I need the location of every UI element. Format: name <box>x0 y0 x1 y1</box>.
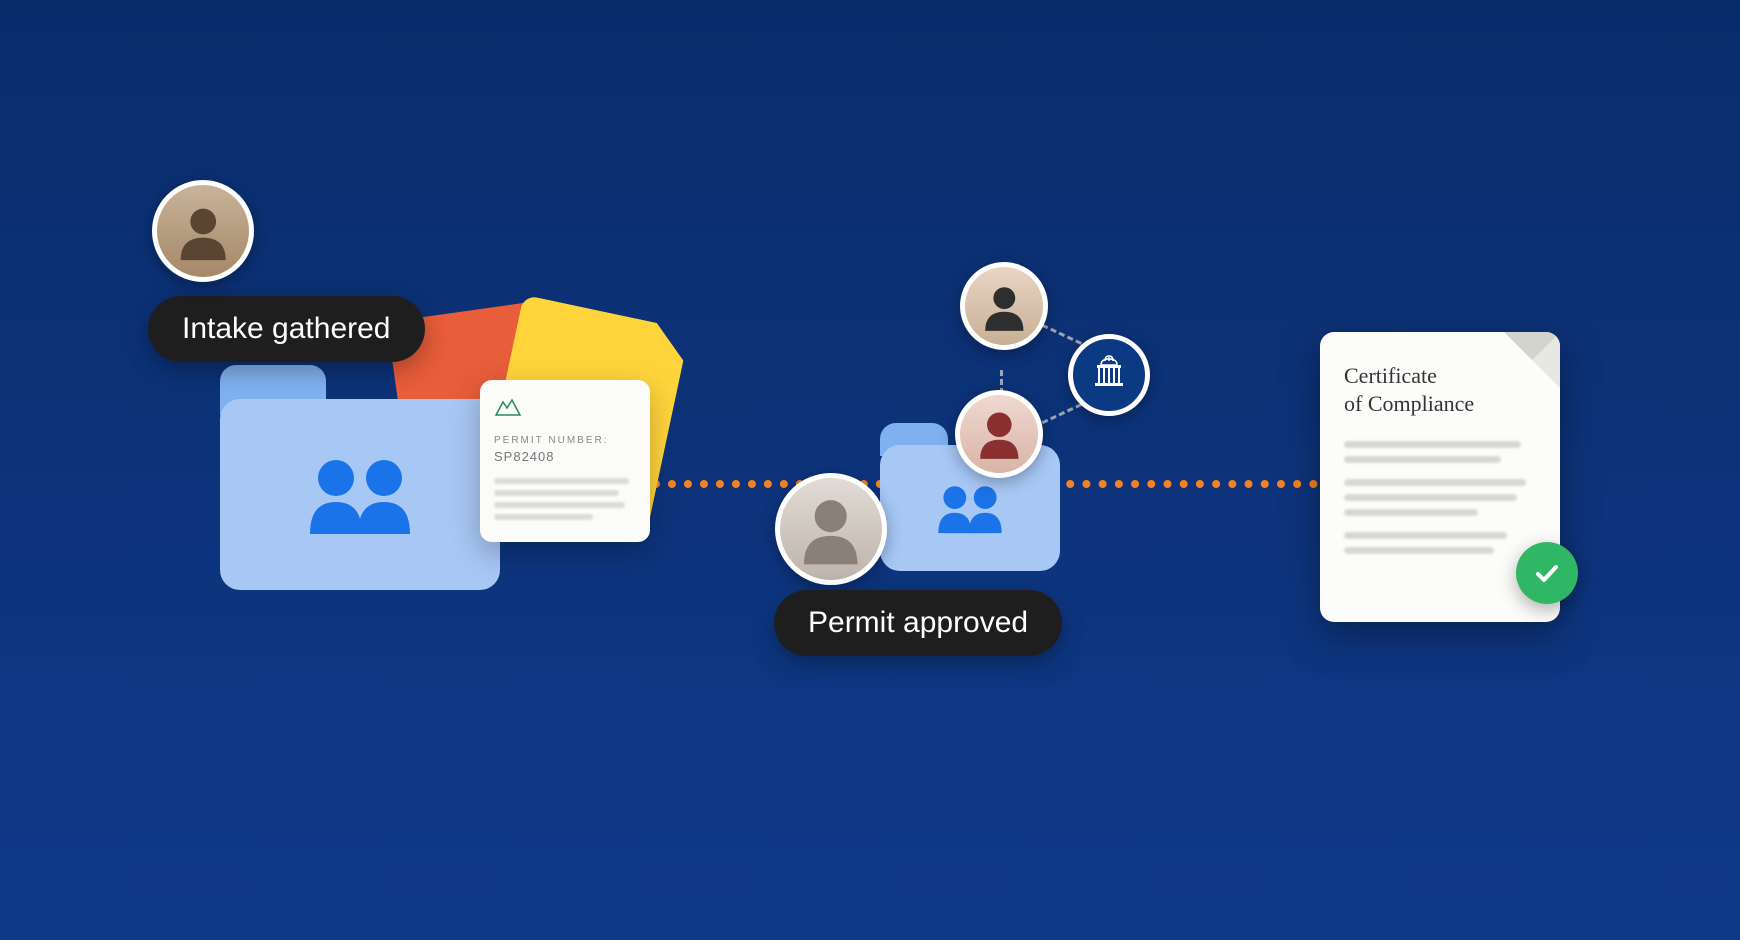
people-icon <box>932 483 1008 535</box>
permit-number-value: SP82408 <box>494 449 636 464</box>
permit-document: PERMIT NUMBER: SP82408 <box>480 380 650 542</box>
intake-pill: Intake gathered <box>148 296 425 362</box>
check-badge <box>1516 542 1578 604</box>
workflow-diagram: PERMIT NUMBER: SP82408 Intake gathered <box>0 0 1740 940</box>
check-icon <box>1531 557 1563 589</box>
mountain-logo-icon <box>494 398 522 416</box>
permit-number-label: PERMIT NUMBER: <box>494 435 636 446</box>
permit-pill-label: Permit approved <box>808 606 1028 639</box>
certificate-document: Certificate of Compliance <box>1320 332 1560 622</box>
connector-line-2 <box>1050 480 1350 488</box>
intake-folder <box>220 365 500 590</box>
reviewer-avatar <box>775 473 887 585</box>
applicant-avatar <box>152 180 254 282</box>
permit-pill: Permit approved <box>774 590 1062 656</box>
intake-pill-label: Intake gathered <box>182 312 391 345</box>
stakeholder-avatar-2 <box>955 390 1043 478</box>
government-node <box>1068 334 1150 416</box>
capitol-icon <box>1087 353 1131 397</box>
stakeholder-avatar-1 <box>960 262 1048 350</box>
certificate-title: Certificate of Compliance <box>1344 362 1536 417</box>
people-icon <box>300 456 420 536</box>
